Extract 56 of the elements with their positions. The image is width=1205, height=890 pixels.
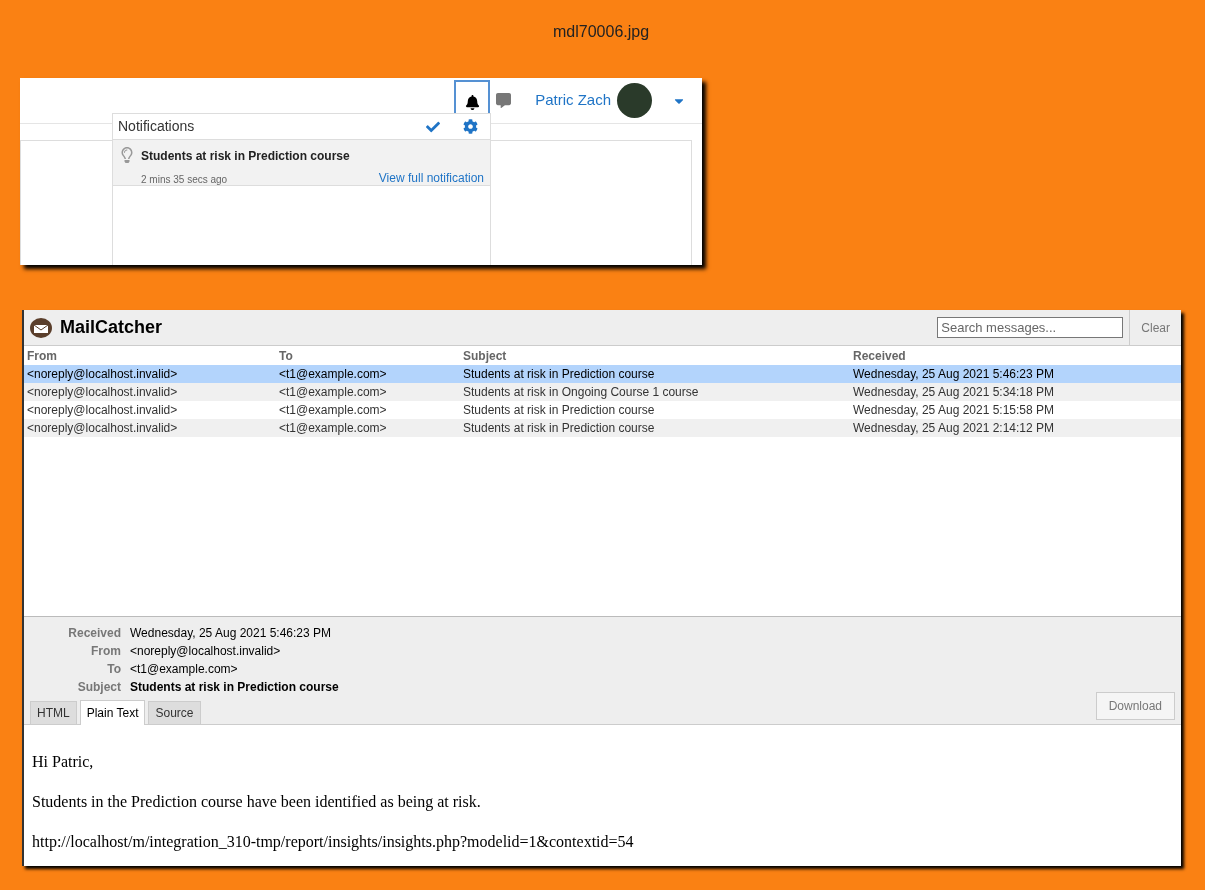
message-paragraph: Hi Patric, <box>32 752 95 772</box>
view-tab[interactable]: Plain Text <box>79 700 146 725</box>
image-caption: mdl70006.jpg <box>553 23 650 40</box>
search-field[interactable]: Search messages... <box>937 317 1124 338</box>
bell-icon <box>464 95 480 110</box>
table-cell-text: <noreply@localhost.invalid> <box>26 366 179 383</box>
message-row[interactable]: <noreply@localhost.invalid> <t1@example.com> Students at risk in Prediction course Wednesday, 25 Aug 2021 5:15:58 PM <box>24 401 1181 419</box>
message-paragraph: http://localhost/m/integration_310-tmp/report/insights/insights.php?modelid=1&contextid=54 <box>32 832 635 853</box>
table-cell-text: Students at risk in Ongoing Course 1 course <box>462 384 700 401</box>
table-cell-text: Wednesday, 25 Aug 2021 5:15:58 PM <box>852 402 1056 419</box>
table-cell-text: Students at risk in Prediction course <box>462 420 656 437</box>
header-label: Subject <box>76 679 122 696</box>
table-cell-text: Students at risk in Prediction course <box>462 402 656 419</box>
user-name[interactable]: Patric Zach <box>535 89 611 112</box>
message-row[interactable]: <noreply@localhost.invalid> <t1@example.com> Students at risk in Prediction course Wednesday, 25 Aug 2021 2:14:12 PM <box>24 419 1181 437</box>
message-row[interactable]: <noreply@localhost.invalid> <t1@example.com> Students at risk in Ongoing Course 1 course Wednesday, 25 Aug 2021 5:34:18 PM <box>24 383 1181 401</box>
chat-icon[interactable] <box>496 93 512 108</box>
table-cell-text: <noreply@localhost.invalid> <box>26 384 179 401</box>
popover-title: Notifications <box>118 117 196 136</box>
notification-time: 2 mins 35 secs ago <box>141 173 228 187</box>
table-cell-text: <t1@example.com> <box>278 366 388 383</box>
lightbulb-icon <box>119 147 135 163</box>
table-cell-text: <noreply@localhost.invalid> <box>26 402 179 419</box>
header-label: From <box>90 643 122 660</box>
table-cell-text: Wednesday, 25 Aug 2021 2:14:12 PM <box>852 420 1056 437</box>
message-paragraph: Students in the Prediction course have been identified as being at risk. <box>32 792 482 813</box>
table-cell-text: <noreply@localhost.invalid> <box>26 420 179 437</box>
table-cell-text: Wednesday, 25 Aug 2021 5:34:18 PM <box>852 384 1056 401</box>
header-value: Wednesday, 25 Aug 2021 5:46:23 PM <box>130 625 332 642</box>
notification-title: Students at risk in Prediction course <box>141 148 351 165</box>
view-tab[interactable]: Source <box>148 701 201 724</box>
view-notification-link[interactable]: View full notification <box>378 169 484 187</box>
header-value: <t1@example.com> <box>130 661 238 678</box>
view-tab[interactable]: HTML <box>30 701 77 724</box>
header-value: Students at risk in Prediction course <box>130 679 339 696</box>
column-header[interactable]: Received <box>850 347 1181 365</box>
table-cell-text: <t1@example.com> <box>278 384 388 401</box>
table-cell-text: Wednesday, 25 Aug 2021 5:46:23 PM <box>852 366 1056 383</box>
logo-icon <box>29 316 53 339</box>
column-header[interactable]: From <box>24 347 276 365</box>
header-label: To <box>106 661 122 678</box>
table-cell-text: <t1@example.com> <box>278 402 388 419</box>
header-label: Received <box>67 625 122 642</box>
table-cell-text: <t1@example.com> <box>278 420 388 437</box>
clear-button[interactable]: Clear <box>1129 310 1181 346</box>
table-cell-text: Students at risk in Prediction course <box>462 366 656 383</box>
mark-all-read-icon[interactable] <box>426 119 440 134</box>
download-button[interactable]: Download <box>1095 692 1175 720</box>
settings-icon[interactable] <box>463 119 478 134</box>
message-row[interactable]: <noreply@localhost.invalid> <t1@example.com> Students at risk in Prediction course Wednesday, 25 Aug 2021 5:46:23 PM <box>24 365 1181 383</box>
column-header[interactable]: To <box>276 347 460 365</box>
notification-item[interactable]: Students at risk in Prediction course 2 mins 35 secs ago View full notification <box>113 140 490 186</box>
column-header[interactable]: Subject <box>460 347 850 365</box>
header-value: <noreply@localhost.invalid> <box>130 643 281 660</box>
app-title: MailCatcher <box>60 316 164 339</box>
avatar[interactable] <box>617 83 652 118</box>
